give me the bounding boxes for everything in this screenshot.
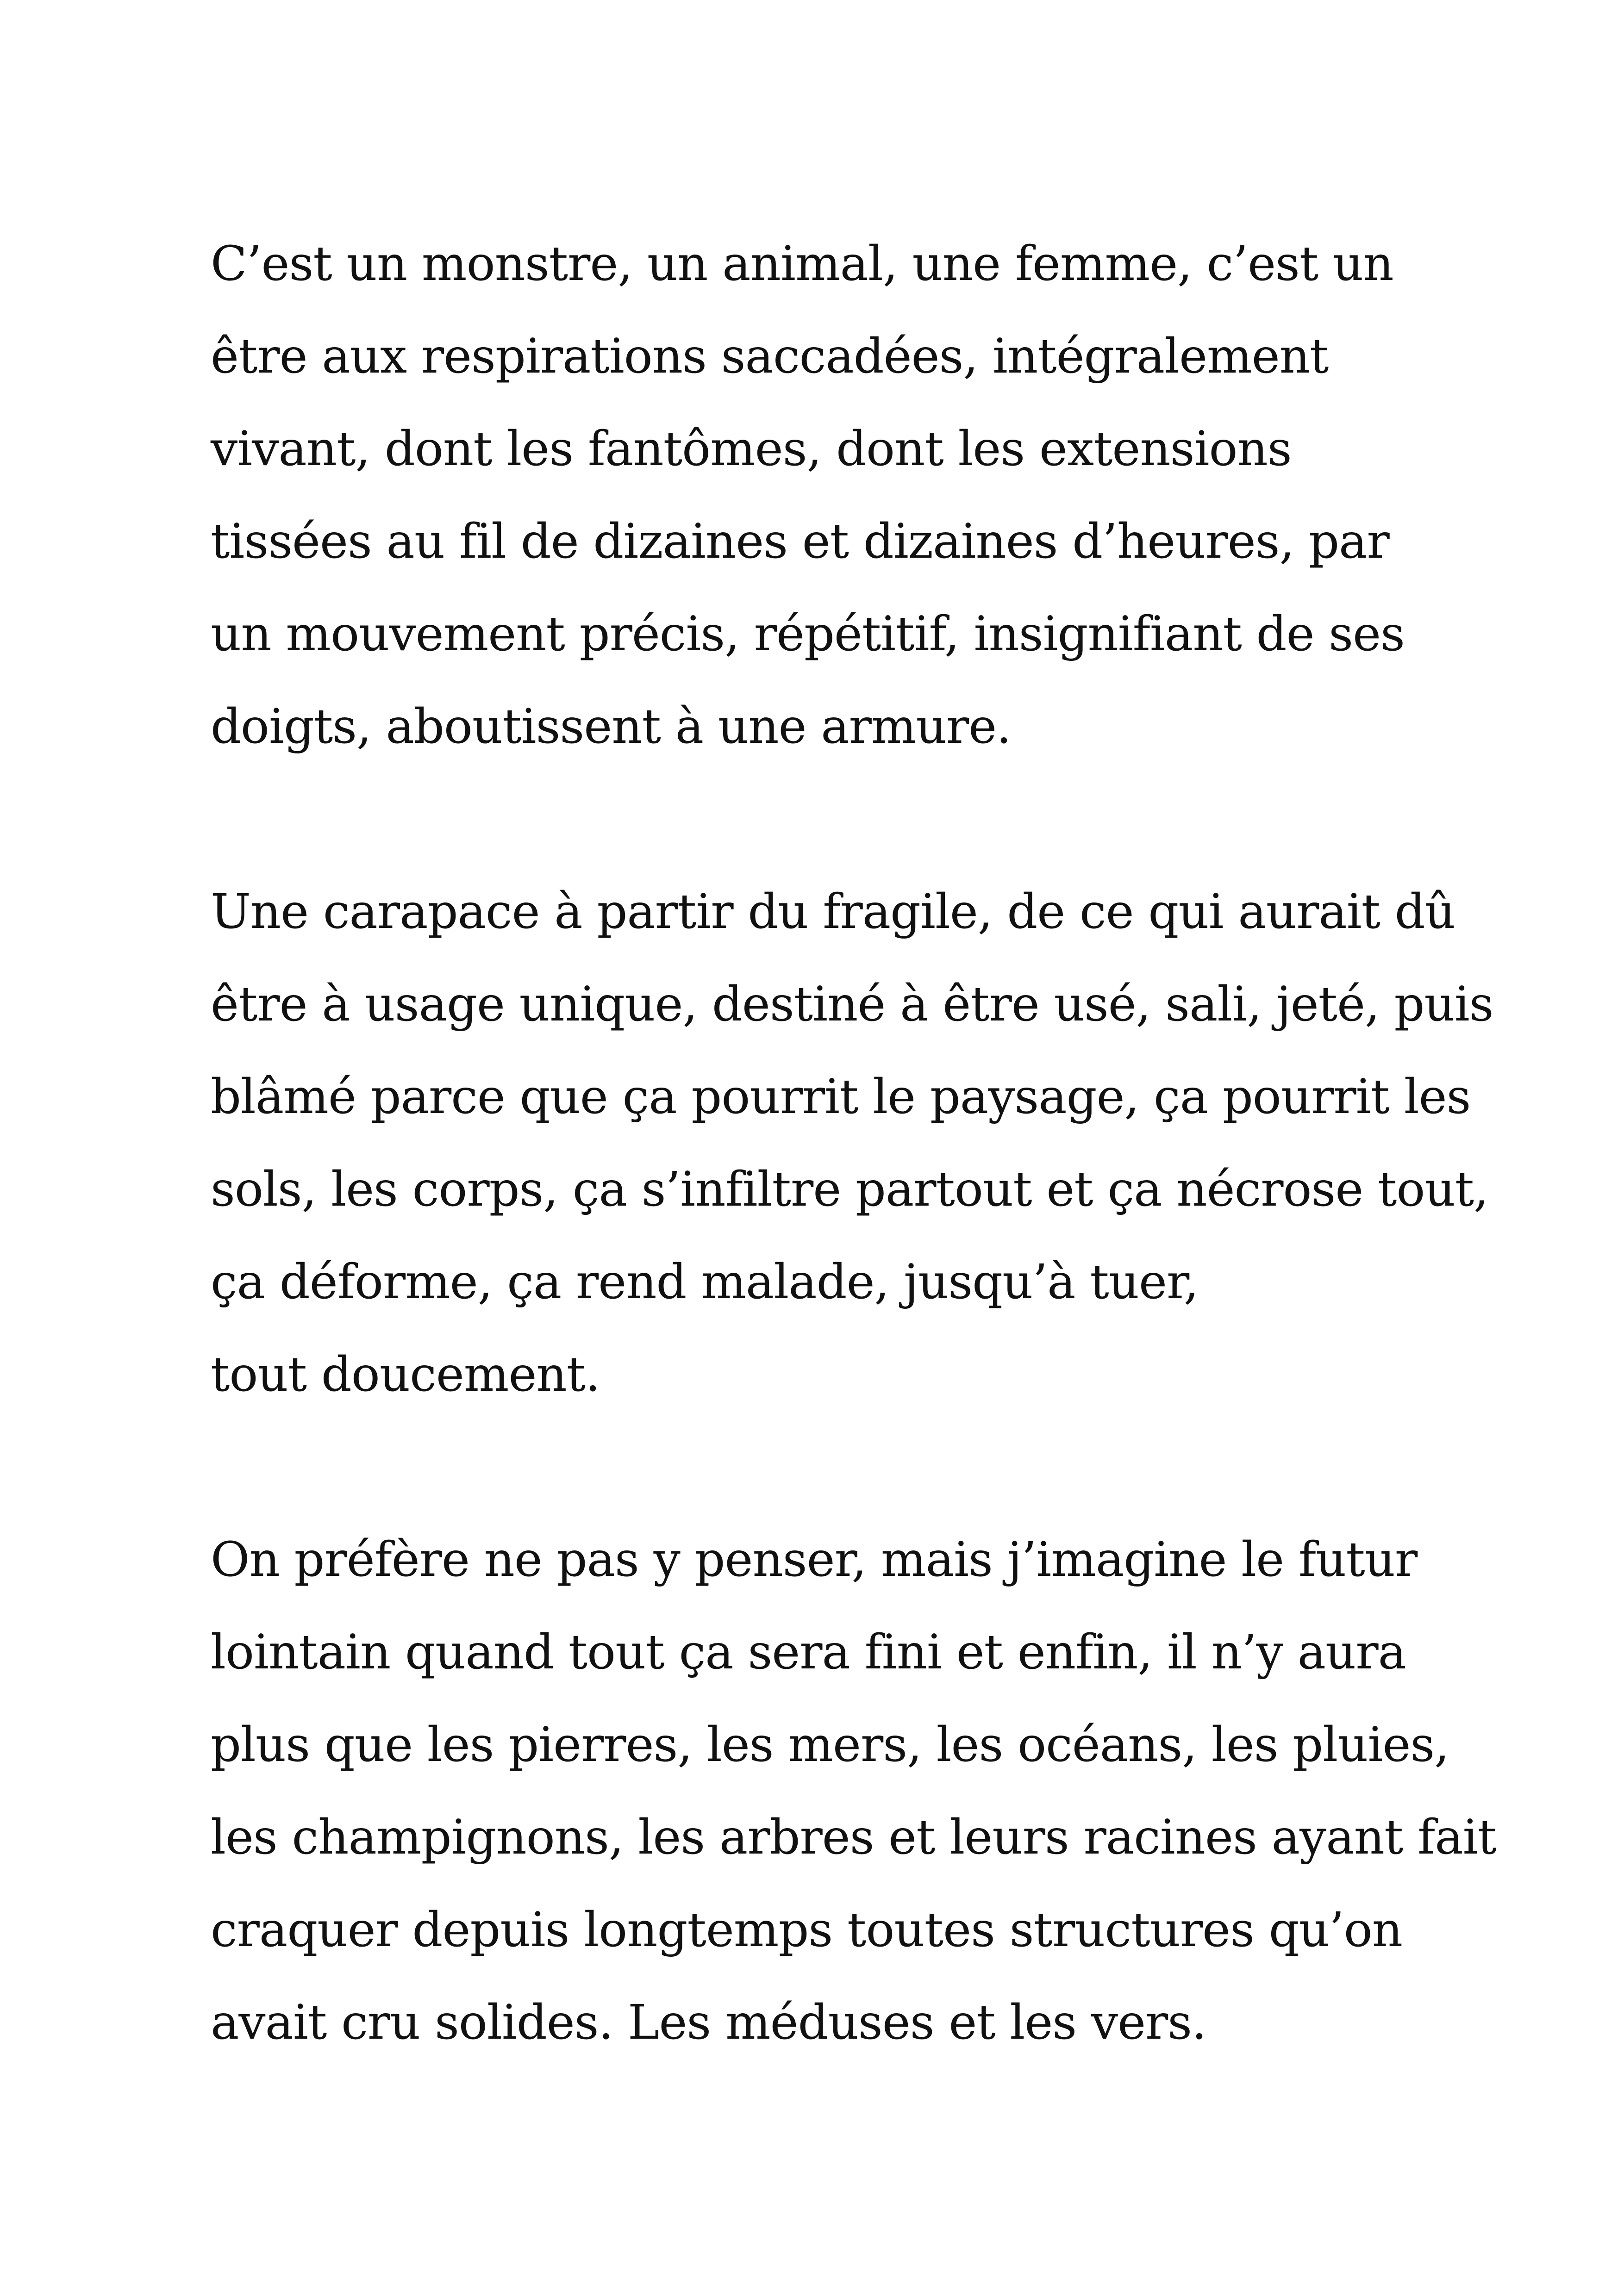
text-line: sols, les corps, ça s’infiltre partout e… (211, 1162, 1489, 1217)
text-line: C’est un monstre, un animal, une femme, … (211, 236, 1394, 292)
paragraph-1: C’est un monstre, un animal, une femme, … (211, 218, 1461, 773)
text-line: tout doucement. (211, 1347, 600, 1402)
text-line: blâmé parce que ça pourrit le paysage, ç… (211, 1069, 1471, 1125)
text-line: être à usage unique, destiné à être usé,… (211, 977, 1494, 1032)
text-line: les champignons, les arbres et leurs rac… (211, 1810, 1497, 1865)
text-line: un mouvement précis, répétitif, insignif… (211, 606, 1405, 662)
text-line: avait cru solides. Les méduses et les ve… (211, 1995, 1207, 2050)
text-line: être aux respirations saccadées, intégra… (211, 329, 1329, 384)
text-line: lointain quand tout ça sera fini et enfi… (211, 1624, 1406, 1680)
text-line: vivant, dont les fantômes, dont les exte… (211, 421, 1292, 477)
body-text: C’est un monstre, un animal, une femme, … (211, 218, 1497, 2161)
paragraph-3: On préfère ne pas y penser, mais j’imagi… (211, 1513, 1497, 2069)
text-line: tissées au fil de dizaines et dizaines d… (211, 514, 1390, 569)
text-line: Une carapace à partir du fragile, de ce … (211, 884, 1455, 940)
text-line: craquer depuis longtemps toutes structur… (211, 1902, 1403, 1958)
text-line: doigts, aboutissent à une armure. (211, 699, 1012, 754)
text-line: ça déforme, ça rend malade, jusqu’à tuer… (211, 1254, 1199, 1310)
text-line: plus que les pierres, les mers, les océa… (211, 1717, 1449, 1773)
text-line: On préfère ne pas y penser, mais j’imagi… (211, 1532, 1418, 1587)
paragraph-2: Une carapace à partir du fragile, de ce … (211, 865, 1494, 1421)
page: C’est un monstre, un animal, une femme, … (0, 0, 1624, 2296)
